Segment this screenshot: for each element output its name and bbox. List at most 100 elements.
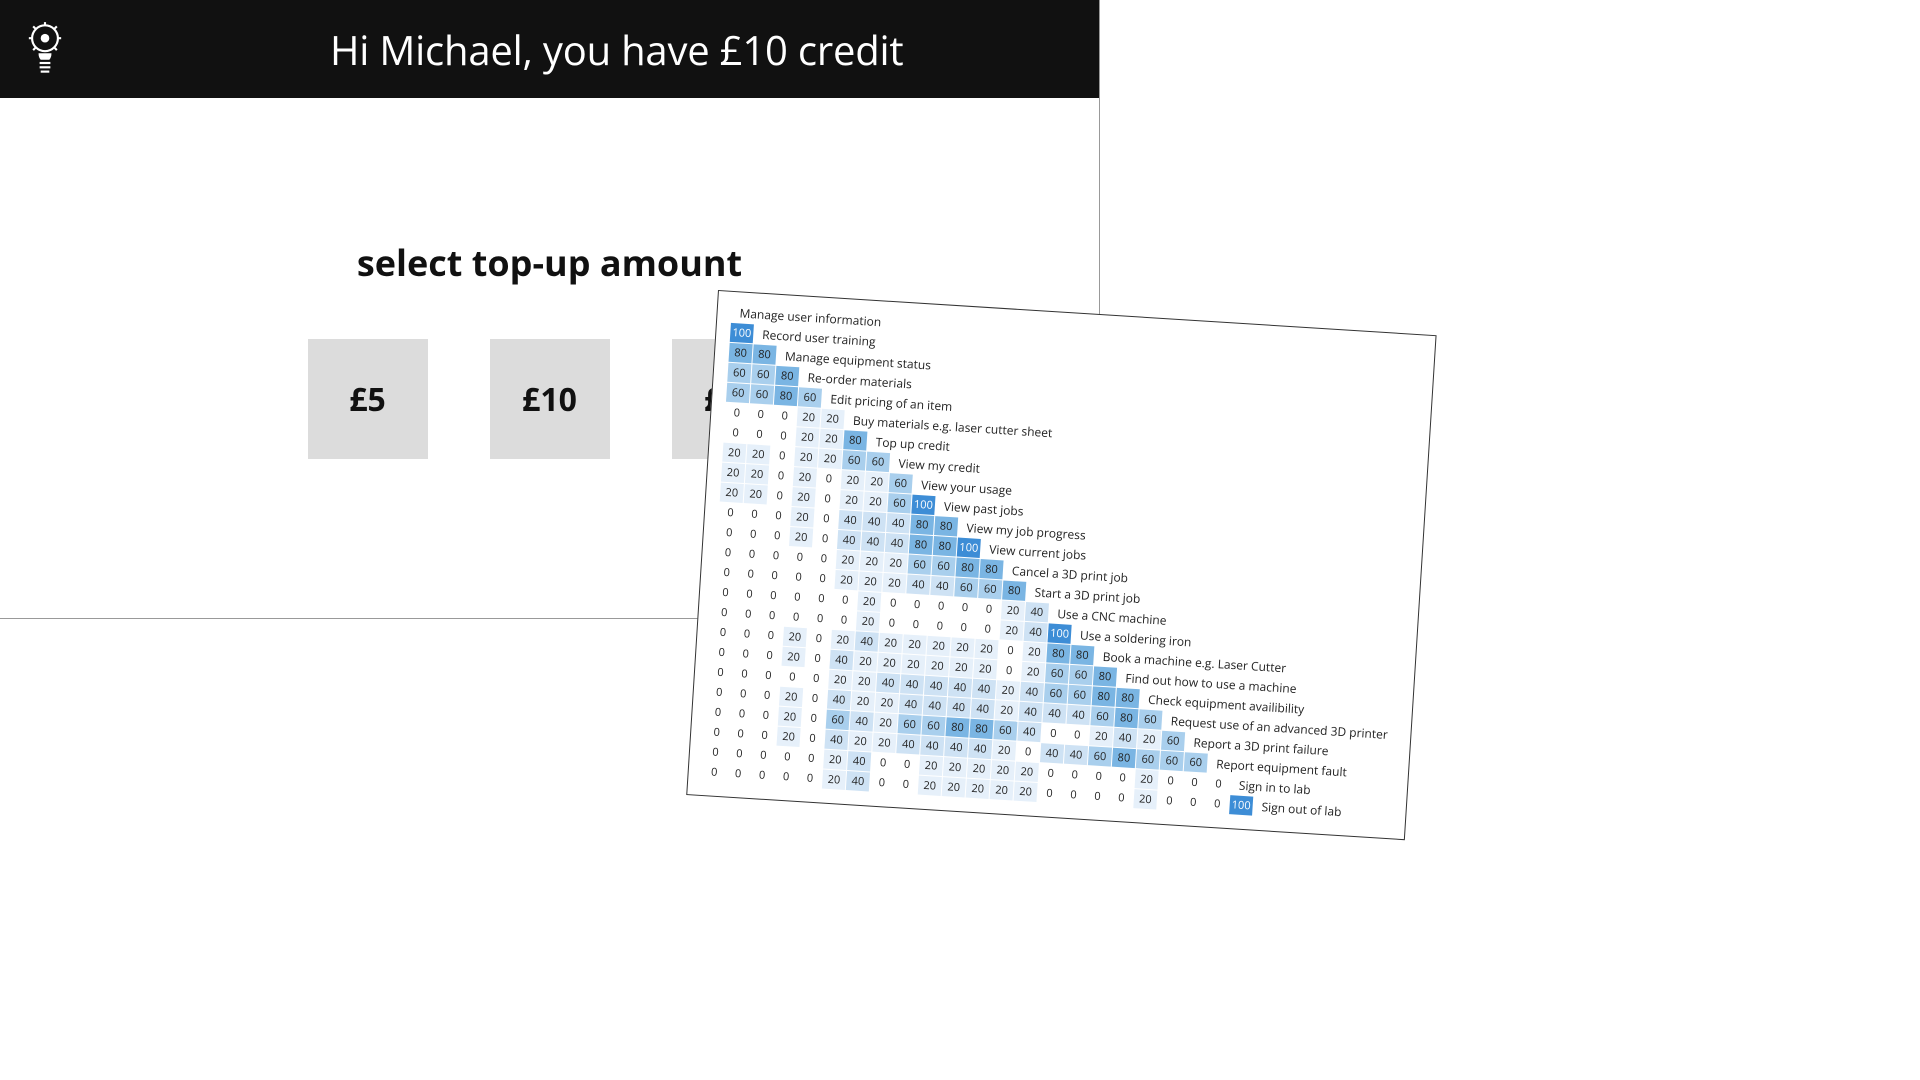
matrix-cell: 0 [977,598,1001,618]
matrix-cell: 0 [759,625,783,645]
matrix-cell: 80 [933,536,957,556]
matrix-cell: 0 [788,546,812,566]
matrix-cell: 0 [770,445,794,465]
matrix-cell: 40 [924,675,948,695]
matrix-cell: 40 [1025,601,1049,621]
matrix-cell: 40 [920,735,944,755]
logo [0,21,90,77]
matrix-cell: 60 [1068,684,1092,704]
matrix-cell: 80 [909,534,933,554]
matrix-cell: 40 [972,678,996,698]
matrix-cell: 0 [811,568,835,588]
matrix-cell: 40 [886,513,910,533]
matrix-cell: 20 [918,775,942,795]
matrix-cell: 40 [850,711,874,731]
matrix-cell: 60 [1088,746,1112,766]
matrix-cell: 60 [993,720,1017,740]
matrix-cell: 40 [847,751,871,771]
matrix-cell: 0 [727,743,751,763]
matrix-cell: 20 [1014,781,1038,801]
matrix-cell: 0 [832,609,856,629]
matrix-cell: 0 [726,763,750,783]
matrix-cell: 20 [783,626,807,646]
matrix-cell: 60 [866,451,890,471]
matrix-cell: 20 [795,427,819,447]
matrix-cell: 20 [822,769,846,789]
matrix-cell: 0 [750,765,774,785]
matrix-cell: 80 [729,342,753,362]
matrix-cell: 0 [1085,786,1109,806]
matrix-cell: 20 [841,470,865,490]
matrix-cell: 0 [1205,793,1229,813]
matrix-cell: 20 [925,655,949,675]
matrix-cell: 20 [819,428,843,448]
matrix-cell: 20 [745,464,769,484]
matrix-cell: 0 [802,708,826,728]
matrix-row-label: Sign out of lab [1261,798,1342,820]
matrix-cell: 20 [722,442,746,462]
matrix-cell: 40 [1019,701,1043,721]
matrix-cell: 40 [947,697,971,717]
matrix-cell: 0 [763,565,787,585]
matrix-cell: 0 [775,746,799,766]
matrix-cell: 60 [1161,730,1185,750]
matrix-cell: 20 [879,632,903,652]
matrix-cell: 60 [1045,663,1069,683]
matrix-cell: 20 [872,732,896,752]
matrix-cell: 0 [756,665,780,685]
matrix-cell: 0 [766,505,790,525]
matrix-cell: 20 [797,407,821,427]
matrix-cell: 0 [814,508,838,528]
matrix-cell: 0 [785,586,809,606]
amount-button-10[interactable]: £10 [490,339,610,459]
matrix-cell: 80 [1116,687,1140,707]
matrix-cell: 0 [813,528,837,548]
matrix-cell: 60 [954,577,978,597]
matrix-cell: 0 [929,595,953,615]
matrix-cell: 60 [1090,706,1114,726]
matrix-cell: 40 [906,574,930,594]
matrix-cell: 80 [1092,686,1116,706]
matrix-cell: 0 [953,597,977,617]
matrix-cell: 60 [1069,664,1093,684]
matrix-cell: 20 [1089,726,1113,746]
greeting-text: Hi Michael, you have £10 credit [330,22,904,77]
matrix-cell: 20 [721,462,745,482]
matrix-cell: 20 [877,652,901,672]
matrix-cell: 0 [771,425,795,445]
matrix-cell: 60 [1044,683,1068,703]
matrix-cell: 0 [1206,773,1230,793]
matrix-cell: 20 [853,651,877,671]
matrix-cell: 0 [713,582,737,602]
matrix-cell: 40 [861,531,885,551]
matrix-cell: 100 [1048,623,1072,643]
matrix-cell: 0 [817,468,841,488]
lightbulb-gear-icon [23,21,67,77]
amount-button-5[interactable]: £5 [308,339,428,459]
matrix-cell: 0 [806,648,830,668]
matrix-cell: 60 [922,715,946,735]
matrix-cell: 0 [725,402,749,422]
matrix-cell: 40 [846,771,870,791]
matrix-cell: 0 [737,583,761,603]
matrix-cell: 60 [751,364,775,384]
matrix-cell: 0 [711,622,735,642]
matrix-cell: 20 [992,740,1016,760]
matrix-cell: 0 [741,523,765,543]
matrix-cell: 20 [950,637,974,657]
matrix-cell: 0 [798,768,822,788]
matrix-cell: 0 [808,608,832,628]
matrix-cell: 20 [779,686,803,706]
matrix-cell: 0 [807,628,831,648]
matrix-cell: 80 [1114,707,1138,727]
matrix-cell: 20 [823,749,847,769]
matrix-cell: 0 [804,668,828,688]
matrix-cell: 20 [919,755,943,775]
matrix-cell: 0 [758,645,782,665]
matrix-cell: 60 [750,384,774,404]
matrix-cell: 0 [1039,763,1063,783]
matrix-cell: 40 [899,694,923,714]
matrix-cell: 20 [973,658,997,678]
matrix-cell: 0 [706,702,730,722]
matrix-cell: 20 [995,700,1019,720]
